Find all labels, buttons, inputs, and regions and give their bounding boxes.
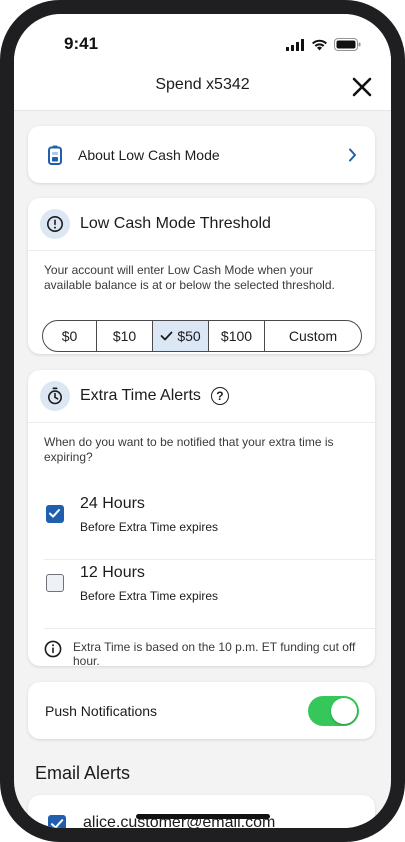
wifi-icon bbox=[312, 39, 327, 50]
divider bbox=[44, 628, 375, 629]
extra-time-note: Extra Time is based on the 10 p.m. ET fu… bbox=[44, 640, 362, 668]
question-circle-icon[interactable]: ? bbox=[210, 387, 229, 405]
toggle-knob bbox=[331, 697, 357, 724]
info-icon bbox=[44, 640, 62, 658]
phone-frame: 9:41 Spend x5342 About Low Cash Mode Low… bbox=[0, 0, 405, 842]
screen: 9:41 Spend x5342 About Low Cash Mode Low… bbox=[14, 14, 391, 828]
alert-circle-icon bbox=[40, 209, 70, 239]
extra-time-card: Extra Time Alerts ? When do you want to … bbox=[28, 370, 375, 668]
home-indicator bbox=[136, 814, 270, 819]
extra-time-title: Extra Time Alerts bbox=[80, 387, 201, 404]
threshold-description: Your account will enter Low Cash Mode wh… bbox=[44, 263, 335, 292]
threshold-title: Low Cash Mode Threshold bbox=[80, 215, 271, 232]
close-icon[interactable] bbox=[351, 76, 373, 98]
checkbox-12h[interactable] bbox=[46, 574, 64, 592]
threshold-option-custom[interactable]: Custom bbox=[265, 321, 361, 351]
threshold-option-0[interactable]: $0 bbox=[43, 321, 97, 351]
threshold-selector: $0 $10 $50 $100 Custom bbox=[42, 320, 362, 352]
chevron-right-icon bbox=[349, 148, 356, 161]
extra-time-option-24h[interactable]: 24 Hours Before Extra Time expires bbox=[28, 481, 375, 549]
about-low-cash-mode-link[interactable]: About Low Cash Mode bbox=[28, 126, 375, 183]
stopwatch-icon bbox=[40, 381, 70, 411]
threshold-card: Low Cash Mode Threshold Your account wil… bbox=[28, 198, 375, 354]
threshold-option-label: $0 bbox=[61, 328, 78, 344]
battery-icon bbox=[334, 38, 361, 51]
checkbox-24h[interactable] bbox=[46, 505, 64, 523]
battery-low-icon bbox=[48, 145, 62, 165]
help-glyph: ? bbox=[216, 389, 224, 403]
option-subtitle: Before Extra Time expires bbox=[80, 589, 219, 603]
threshold-option-label: Custom bbox=[288, 328, 338, 344]
status-icons bbox=[286, 38, 361, 51]
threshold-option-100[interactable]: $100 bbox=[209, 321, 265, 351]
extra-time-note-text: Extra Time is based on the 10 p.m. ET fu… bbox=[73, 640, 356, 668]
extra-time-header: Extra Time Alerts ? bbox=[28, 370, 375, 423]
nav-bar: Spend x5342 bbox=[14, 74, 391, 111]
checkmark-icon bbox=[160, 331, 173, 341]
email-alerts-card: alice.customer@email.com bbox=[28, 795, 375, 828]
option-subtitle: Before Extra Time expires bbox=[80, 520, 219, 534]
email-alerts-heading: Email Alerts bbox=[35, 763, 131, 783]
threshold-option-label: $10 bbox=[112, 328, 137, 344]
status-time: 9:41 bbox=[64, 34, 99, 53]
threshold-option-10[interactable]: $10 bbox=[97, 321, 153, 351]
threshold-option-50[interactable]: $50 bbox=[153, 321, 209, 351]
about-low-cash-mode-label: About Low Cash Mode bbox=[78, 146, 220, 163]
checkmark-icon bbox=[51, 819, 64, 828]
threshold-option-label: $50 bbox=[177, 328, 201, 344]
threshold-option-label: $100 bbox=[220, 328, 253, 344]
checkmark-icon bbox=[49, 509, 60, 518]
extra-time-option-12h[interactable]: 12 Hours Before Extra Time expires bbox=[28, 550, 375, 618]
option-title: 24 Hours bbox=[80, 495, 145, 512]
push-notifications-toggle[interactable] bbox=[308, 695, 359, 726]
option-title: 12 Hours bbox=[80, 564, 145, 581]
email-checkbox[interactable] bbox=[48, 815, 66, 828]
threshold-header: Low Cash Mode Threshold bbox=[28, 198, 375, 251]
push-notifications-row: Push Notifications bbox=[28, 682, 375, 739]
extra-time-description: When do you want to be notified that you… bbox=[44, 435, 334, 464]
signal-icon bbox=[286, 38, 304, 51]
status-bar: 9:41 bbox=[14, 14, 391, 74]
page-title: Spend x5342 bbox=[155, 76, 250, 93]
push-notifications-label: Push Notifications bbox=[45, 702, 158, 719]
